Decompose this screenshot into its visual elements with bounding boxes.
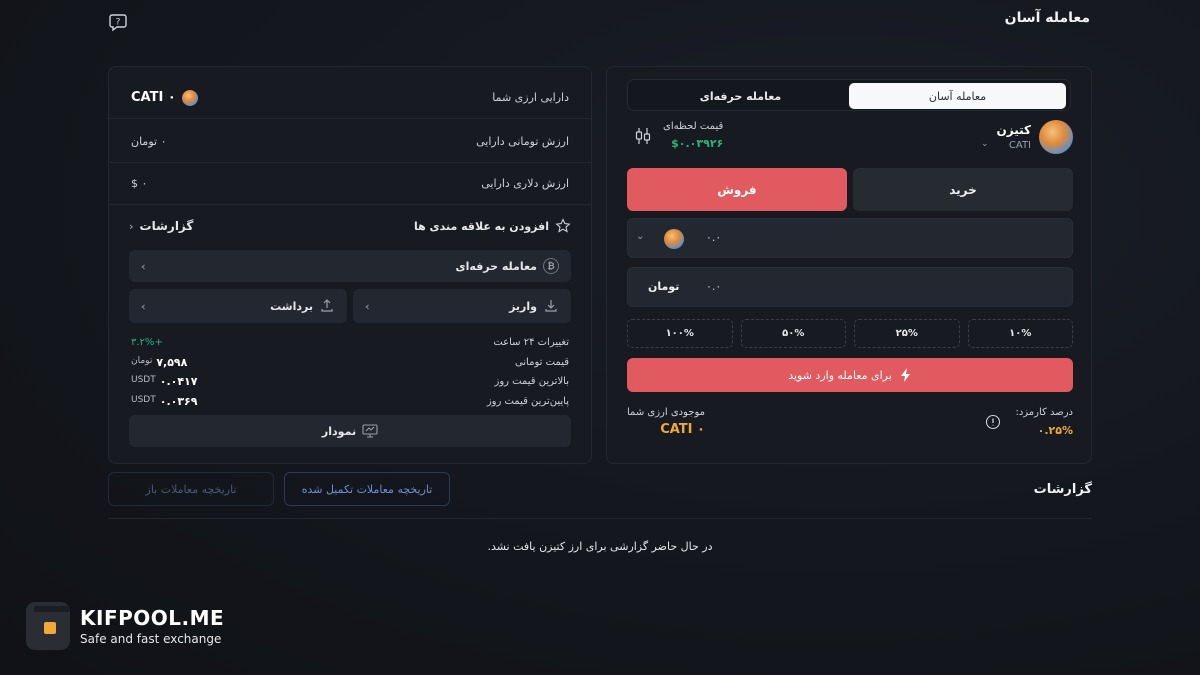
toman-amount-input[interactable]: تومان ۰.۰ [627, 267, 1073, 307]
info-icon[interactable] [985, 414, 1001, 430]
toman-label: ارزش تومانی دارایی [476, 135, 569, 148]
page-title: معامله آسان [1004, 10, 1090, 26]
reports-title: گزارشات [1033, 482, 1092, 497]
stat-row: ۰.۰۴۱۷ USDT بالاترین قیمت روز [131, 375, 569, 389]
asset-value: ۰ CATI [131, 89, 198, 106]
market-stats: +۳.۲% تغییرات ۲۴ ساعت ۷,۵۹۸ تومان قیمت تو… [131, 333, 569, 411]
cati-coin-icon [181, 89, 198, 106]
crypto-amount-value: ۰.۰ [706, 231, 722, 244]
login-to-trade-button[interactable]: برای معامله وارد شوید [627, 358, 1073, 392]
tab-completed-trades[interactable]: تاریخچه معاملات تکمیل شده [284, 472, 450, 506]
stat-row: ۷,۵۹۸ تومان قیمت تومانی [131, 355, 569, 369]
deposit-button[interactable]: ‹ واریز [353, 289, 571, 323]
trade-panel: معامله آسان معامله حرفه‌ای کتیزن CATI ⌄ … [606, 66, 1092, 464]
lightning-icon [900, 368, 910, 382]
sell-button[interactable]: فروش [627, 168, 847, 211]
withdraw-icon [321, 299, 333, 312]
balance-info: موجودی ارزی شما ۰ CATI [627, 407, 705, 437]
asset-selector[interactable]: کتیزن CATI ⌄ [981, 120, 1073, 154]
chevron-left-icon: ‹ [141, 299, 146, 313]
deposit-icon [545, 300, 557, 312]
toman-amount-value: ۰.۰ [706, 280, 722, 293]
buy-button[interactable]: خرید [853, 168, 1073, 211]
chevron-left-icon: ‹ [365, 299, 370, 313]
star-icon [555, 218, 571, 233]
cati-coin-icon [664, 229, 684, 249]
asset-label: دارایی ارزی شما [492, 91, 569, 104]
live-price: قیمت لحظه‌ای $۰.۰۳۹۲۶ [633, 121, 723, 150]
dollar-value: ۰ $ [131, 177, 148, 190]
holdings-toman-row: ۰ تومان ارزش تومانی دارایی [109, 121, 591, 163]
live-price-value: $۰.۰۳۹۲۶ [671, 137, 724, 150]
chevron-left-icon: ‹ [129, 219, 134, 233]
withdraw-button[interactable]: ‹ برداشت [129, 289, 347, 323]
balance-value: ۰ CATI [660, 422, 705, 437]
candlestick-icon [635, 127, 651, 144]
tab-pro-trade[interactable]: معامله حرفه‌ای [632, 83, 849, 109]
asset-symbol: CATI [1008, 140, 1031, 151]
asset-name: کتیزن [996, 123, 1031, 137]
dollar-label: ارزش دلاری دارایی [481, 177, 569, 190]
pro-trade-icon: ₿ [543, 258, 559, 274]
fee-info: درصد کارمزد: ۰.۲۵% [1015, 407, 1073, 437]
percent-100-button[interactable]: ۱۰۰% [627, 319, 733, 348]
cati-coin-icon [1039, 120, 1073, 154]
pro-trade-button[interactable]: ‹ ₿ معامله حرفه‌ای [129, 250, 571, 282]
tab-easy-trade[interactable]: معامله آسان [849, 83, 1066, 109]
percent-buttons: ۱۰۰% ۵۰% ۲۵% ۱۰% [627, 319, 1073, 348]
holdings-dollar-row: ۰ $ ارزش دلاری دارایی [109, 163, 591, 205]
svg-text:?: ? [116, 18, 121, 28]
fee-value: ۰.۲۵% [1037, 424, 1073, 437]
tab-open-trades[interactable]: تاریخچه معاملات باز [108, 472, 274, 506]
reports-link[interactable]: گزارشات ‹ [129, 219, 193, 233]
crypto-amount-input[interactable]: ⌄ ۰.۰ [627, 218, 1073, 258]
toman-unit-label: تومان [648, 280, 680, 293]
chevron-down-icon[interactable]: ⌄ [636, 231, 644, 242]
chevron-down-icon: ⌄ [980, 139, 989, 149]
chart-button[interactable]: نمودار [129, 415, 571, 447]
holdings-panel: ۰ CATI دارایی ارزی شما ۰ تومان ارزش توما… [108, 66, 592, 464]
empty-reports-message: در حال حاضر گزارشی برای ارز کتیزن یافت ن… [487, 540, 713, 553]
favorite-reports-line: گزارشات ‹ افزودن به علاقه مندی ها [129, 215, 571, 237]
percent-50-button[interactable]: ۵۰% [740, 319, 846, 348]
brand-subtitle: Safe and fast exchange [80, 632, 222, 646]
trade-mode-switch: معامله آسان معامله حرفه‌ای [627, 79, 1071, 111]
percent-25-button[interactable]: ۲۵% [854, 319, 960, 348]
stat-row: +۳.۲% تغییرات ۲۴ ساعت [131, 337, 569, 349]
stat-row: ۰.۰۳۶۹ USDT پایین‌ترین قیمت روز [131, 394, 569, 408]
brand-logo: KIFPOOL.ME Safe and fast exchange [26, 602, 224, 650]
divider [108, 518, 1092, 519]
toman-value: ۰ تومان [131, 135, 167, 148]
help-icon[interactable]: ? [108, 12, 128, 32]
chart-icon [362, 424, 378, 438]
chevron-left-icon: ‹ [141, 259, 146, 273]
brand-title: KIFPOOL.ME [80, 606, 225, 630]
holdings-asset-row: ۰ CATI دارایی ارزی شما [109, 77, 591, 119]
percent-10-button[interactable]: ۱۰% [967, 319, 1073, 348]
wallet-logo-icon [26, 602, 70, 650]
add-favorite-button[interactable]: افزودن به علاقه مندی ها [414, 218, 571, 234]
